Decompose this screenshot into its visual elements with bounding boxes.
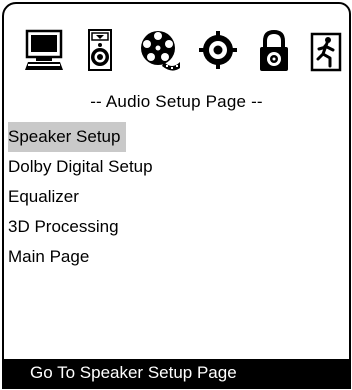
speaker-icon[interactable]: [80, 28, 120, 74]
menu-item-dolby-digital-setup[interactable]: Dolby Digital Setup: [4, 152, 349, 182]
setup-icon-bar: [4, 4, 349, 88]
general-setup-icon[interactable]: [24, 28, 64, 74]
menu-item-3d-processing[interactable]: 3D Processing: [4, 212, 349, 242]
menu-item-equalizer[interactable]: Equalizer: [4, 182, 349, 212]
status-bar: Go To Speaker Setup Page: [4, 359, 349, 387]
menu-item-label: Dolby Digital Setup: [8, 157, 153, 176]
lock-icon[interactable]: [254, 28, 294, 74]
preferences-target-icon[interactable]: [198, 28, 238, 74]
menu-item-speaker-setup[interactable]: Speaker Setup: [4, 122, 349, 152]
status-text: Go To Speaker Setup Page: [30, 363, 237, 382]
menu-item-label: Speaker Setup: [8, 122, 127, 152]
setup-menu: Speaker Setup Dolby Digital Setup Equali…: [4, 122, 349, 272]
menu-item-label: Equalizer: [8, 187, 79, 206]
menu-item-main-page[interactable]: Main Page: [4, 242, 349, 272]
menu-item-label: Main Page: [8, 247, 90, 266]
page-title: -- Audio Setup Page --: [90, 92, 263, 111]
film-reel-icon[interactable]: [138, 28, 180, 74]
menu-item-label: 3D Processing: [8, 217, 119, 236]
osd-screen: -- Audio Setup Page -- Speaker Setup Dol…: [2, 2, 351, 389]
exit-icon[interactable]: [306, 28, 346, 74]
